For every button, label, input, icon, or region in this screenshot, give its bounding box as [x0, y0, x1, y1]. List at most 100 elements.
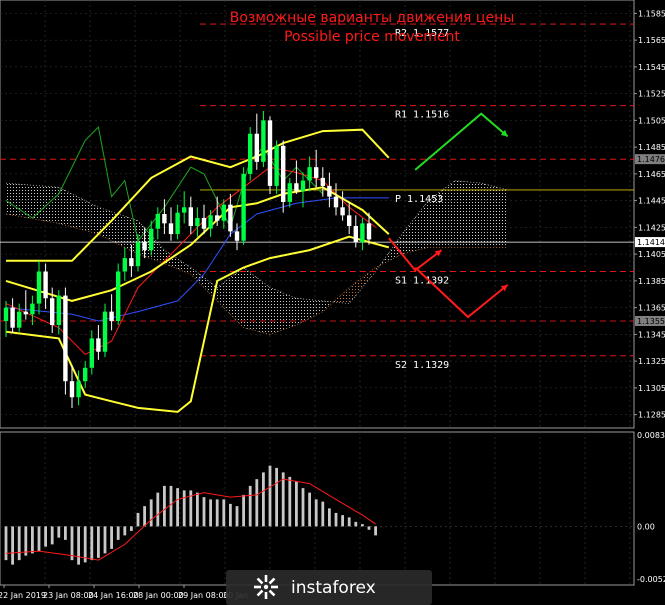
macd-bar — [229, 503, 232, 527]
cloud-segment — [270, 287, 277, 335]
candle-body — [50, 298, 55, 326]
candle-body — [30, 303, 35, 315]
candle-body — [360, 223, 365, 243]
candle-body — [320, 177, 325, 186]
macd-bar — [354, 521, 358, 527]
price-tick-11: 1.1365 — [638, 304, 665, 313]
candle-body — [234, 231, 240, 241]
price-tag-0: 1.1476 — [637, 155, 665, 164]
cloud-segment — [243, 267, 251, 330]
macd-bar — [37, 526, 41, 552]
macd-bar — [169, 485, 173, 527]
candle-body — [327, 185, 332, 197]
candle-body — [274, 145, 279, 186]
candle-body — [23, 311, 28, 315]
candle-body — [162, 214, 167, 224]
cloud-segment — [263, 282, 270, 335]
price-tag-2: 1.1355 — [637, 317, 665, 326]
candle-body — [294, 183, 299, 192]
candle-body — [340, 207, 345, 216]
macd-bar — [308, 492, 311, 527]
candle-body — [17, 311, 22, 328]
price-tick-0: 1.1585 — [638, 9, 665, 18]
macd-bar — [288, 476, 292, 527]
cloud-segment — [454, 180, 462, 248]
level-r1-label: R1 1.1516 — [395, 110, 449, 121]
candle-body — [43, 271, 48, 299]
macd-bar — [116, 526, 120, 540]
macd-bar — [255, 479, 259, 527]
candle-body — [149, 228, 154, 251]
macd-bar — [24, 526, 28, 556]
macd-bar — [268, 465, 272, 527]
chart-title-ru: Возможные варианты движения цены — [230, 10, 515, 26]
candle-body — [300, 180, 306, 192]
macd-bar — [222, 499, 226, 527]
price-tick-10: 1.1385 — [638, 277, 665, 286]
candle-body — [287, 183, 292, 202]
candle-body — [333, 196, 339, 208]
cloud-segment — [256, 277, 264, 333]
time-tick-4: 29 Jan 08:00 — [178, 591, 229, 600]
macd-bar — [361, 524, 364, 527]
candle-body — [228, 204, 233, 232]
price-tick-15: 1.1285 — [638, 411, 665, 420]
candle-body — [76, 381, 81, 398]
cloud-segment — [501, 188, 508, 248]
candle-body — [307, 167, 312, 181]
macd-bar — [367, 526, 371, 530]
candle-body — [241, 173, 246, 241]
chart-title-en: Possible price movement — [284, 29, 460, 45]
cloud-segment — [78, 197, 86, 231]
level-p-label: P 1.1453 — [395, 194, 443, 205]
macd-bar — [314, 499, 318, 527]
macd-tick-0: 0.00839 — [637, 431, 665, 440]
candle-body — [366, 223, 372, 240]
price-tick-3: 1.1525 — [638, 90, 665, 99]
time-axis: 22 Jan 201923 Jan 08:0024 Jan 16:0028 Ja… — [0, 585, 248, 600]
cloud-segment — [12, 183, 20, 217]
candle-body — [267, 120, 273, 186]
candle-body — [175, 212, 180, 235]
cloud-segment — [65, 190, 72, 227]
price-tick-13: 1.1325 — [638, 357, 665, 366]
cloud-segment — [250, 272, 257, 332]
cloud-segment — [91, 203, 99, 235]
cloud-segment — [303, 298, 310, 322]
cloud-segment — [52, 186, 59, 224]
price-tick-4: 1.1505 — [638, 116, 665, 125]
price-tag-1: 1.1414 — [637, 238, 665, 247]
macd-bar — [136, 512, 140, 527]
candle-body — [201, 218, 207, 229]
macd-bar — [295, 481, 298, 527]
candle-body — [347, 215, 352, 227]
cloud-segment — [494, 186, 501, 248]
candle-body — [63, 295, 68, 382]
candle-body — [208, 215, 213, 229]
candle-body — [56, 295, 61, 326]
cloud-segment — [468, 181, 475, 248]
price-tick-5: 1.1485 — [638, 143, 665, 152]
macd-bar — [4, 526, 8, 561]
macd-bar — [328, 508, 331, 527]
macd-bar — [202, 497, 206, 527]
macd-bar — [301, 488, 305, 527]
time-tick-1: 23 Jan 08:00 — [43, 591, 94, 600]
cloud-segment — [289, 295, 297, 328]
cloud-segment — [230, 272, 237, 321]
macd-bar — [321, 501, 325, 527]
candle-body — [102, 311, 108, 352]
cloud-segment — [6, 183, 13, 216]
price-tick-8: 1.1425 — [638, 223, 665, 232]
candle-body — [168, 223, 174, 235]
macd-bar — [130, 526, 133, 531]
macd-bar — [50, 526, 54, 545]
candle-body — [10, 307, 15, 328]
macd-bar — [163, 485, 166, 527]
level-s2-label: S2 1.1329 — [395, 360, 449, 371]
price-tick-14: 1.1305 — [638, 384, 665, 393]
price-tick-12: 1.1345 — [638, 330, 665, 339]
macd-bar — [182, 490, 186, 527]
candle-body — [135, 242, 141, 267]
candle-body — [3, 307, 9, 321]
